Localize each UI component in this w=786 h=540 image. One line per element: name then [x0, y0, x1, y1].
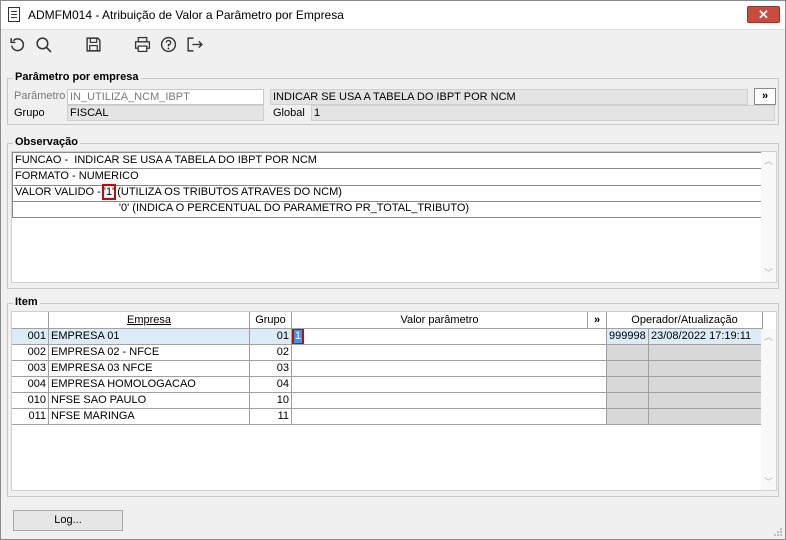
table-row[interactable]: 010 NFSE SAO PAULO 10 — [12, 393, 763, 409]
scroll-up-icon[interactable]: ︿ — [761, 154, 776, 168]
table-row[interactable]: 004 EMPRESA HOMOLOGACAO 04 — [12, 377, 763, 393]
cell-grupo: 04 — [250, 377, 292, 393]
document-icon — [8, 7, 20, 22]
cell-valor[interactable] — [292, 377, 607, 393]
parametro-description-field: INDICAR SE USA A TABELA DO IBPT POR NCM — [270, 89, 748, 105]
item-grid-scrollbar[interactable]: ︿ ﹀ — [761, 329, 776, 490]
header-valor[interactable]: Valor parâmetro — [292, 312, 588, 329]
cell-code: 002 — [12, 345, 49, 361]
cell-code: 011 — [12, 409, 49, 425]
item-group-legend: Item — [13, 296, 40, 308]
cell-operador — [607, 361, 649, 377]
cell-operador — [607, 409, 649, 425]
grupo-label: Grupo — [14, 107, 45, 119]
toolbar — [1, 30, 785, 58]
parametro-field[interactable]: IN_UTILIZA_NCM_IBPT — [67, 89, 264, 105]
observacao-line: FORMATO - NUMERICO — [12, 169, 763, 186]
scroll-down-icon[interactable]: ﹀ — [761, 266, 776, 280]
table-row[interactable]: 003 EMPRESA 03 NFCE 03 — [12, 361, 763, 377]
cell-valor[interactable] — [292, 393, 607, 409]
header-code — [12, 312, 49, 329]
parametro-more-button[interactable]: » — [754, 88, 776, 105]
valor-valido-suffix: (UTILIZA OS TRIBUTOS ATRAVES DO NCM) — [114, 186, 342, 198]
cell-empresa: EMPRESA 03 NFCE — [49, 361, 250, 377]
cell-operador: 999998 — [607, 329, 649, 345]
global-field: 1 — [311, 105, 775, 121]
observacao-line: FUNCAO - INDICAR SE USA A TABELA DO IBPT… — [12, 152, 763, 169]
valor-valido-prefix: VALOR VALIDO - — [15, 186, 104, 198]
header-grupo[interactable]: Grupo — [250, 312, 292, 329]
cell-grupo: 11 — [250, 409, 292, 425]
title-bar: ADMFM014 - Atribuição de Valor a Parâmet… — [1, 1, 785, 30]
cell-empresa: EMPRESA 01 — [49, 329, 250, 345]
cell-atualizacao — [649, 393, 763, 409]
table-row[interactable]: 002 EMPRESA 02 - NFCE 02 — [12, 345, 763, 361]
cell-valor[interactable] — [292, 409, 607, 425]
refresh-icon[interactable] — [6, 33, 28, 55]
save-icon[interactable] — [82, 33, 104, 55]
global-label: Global — [273, 107, 305, 119]
grupo-field: FISCAL — [67, 105, 264, 121]
resize-grip-icon[interactable] — [773, 527, 783, 537]
cell-grupo: 02 — [250, 345, 292, 361]
cell-valor[interactable]: 1 — [292, 329, 607, 345]
valor-valido-highlight: '1' — [101, 184, 117, 200]
header-more-button[interactable]: » — [588, 312, 607, 329]
table-row[interactable]: 001 EMPRESA 01 01 1 999998 23/08/2022 17… — [12, 329, 763, 345]
cell-code: 001 — [12, 329, 49, 345]
cell-atualizacao: 23/08/2022 17:19:11 — [649, 329, 763, 345]
observacao-group-legend: Observação — [13, 136, 80, 148]
parametro-group-legend: Parâmetro por empresa — [13, 71, 141, 83]
close-button[interactable]: ✕ — [747, 6, 780, 23]
cell-grupo: 01 — [250, 329, 292, 345]
observacao-line: '0' (INDICA O PERCENTUAL DO PARAMETRO PR… — [12, 201, 763, 218]
cell-code: 004 — [12, 377, 49, 393]
cell-atualizacao — [649, 345, 763, 361]
scroll-down-icon[interactable]: ﹀ — [761, 475, 776, 489]
observacao-scrollbar[interactable]: ︿ ﹀ — [761, 152, 776, 282]
item-grid: Empresa Grupo Valor parâmetro » Operador… — [11, 311, 777, 491]
cell-operador — [607, 345, 649, 361]
cell-grupo: 03 — [250, 361, 292, 377]
observacao-text: FUNCAO - INDICAR SE USA A TABELA DO IBPT… — [11, 151, 777, 283]
cell-operador — [607, 393, 649, 409]
parametro-label: Parâmetro — [14, 90, 66, 102]
cell-valor[interactable] — [292, 345, 607, 361]
print-icon[interactable] — [131, 33, 153, 55]
cell-atualizacao — [649, 409, 763, 425]
header-empresa[interactable]: Empresa — [49, 312, 250, 329]
cell-code: 003 — [12, 361, 49, 377]
cell-empresa: EMPRESA HOMOLOGACAO — [49, 377, 250, 393]
exit-icon[interactable] — [183, 33, 205, 55]
cell-atualizacao — [649, 361, 763, 377]
cell-grupo: 10 — [250, 393, 292, 409]
cell-atualizacao — [649, 377, 763, 393]
cell-empresa: EMPRESA 02 - NFCE — [49, 345, 250, 361]
help-icon[interactable] — [157, 33, 179, 55]
cell-operador — [607, 377, 649, 393]
scroll-up-icon[interactable]: ︿ — [761, 330, 776, 344]
header-operador[interactable]: Operador/Atualização — [607, 312, 763, 329]
search-icon[interactable] — [32, 33, 54, 55]
window-title: ADMFM014 - Atribuição de Valor a Parâmet… — [28, 8, 344, 22]
cell-code: 010 — [12, 393, 49, 409]
cell-valor[interactable] — [292, 361, 607, 377]
valor-input[interactable]: 1 — [292, 329, 305, 344]
log-button[interactable]: Log... — [13, 510, 123, 531]
cell-empresa: NFSE SAO PAULO — [49, 393, 250, 409]
main-window: ADMFM014 - Atribuição de Valor a Parâmet… — [0, 0, 786, 540]
cell-empresa: NFSE MARINGA — [49, 409, 250, 425]
observacao-line-valor-valido: VALOR VALIDO - '1' (UTILIZA OS TRIBUTOS … — [12, 184, 763, 202]
table-row[interactable]: 011 NFSE MARINGA 11 — [12, 409, 763, 425]
